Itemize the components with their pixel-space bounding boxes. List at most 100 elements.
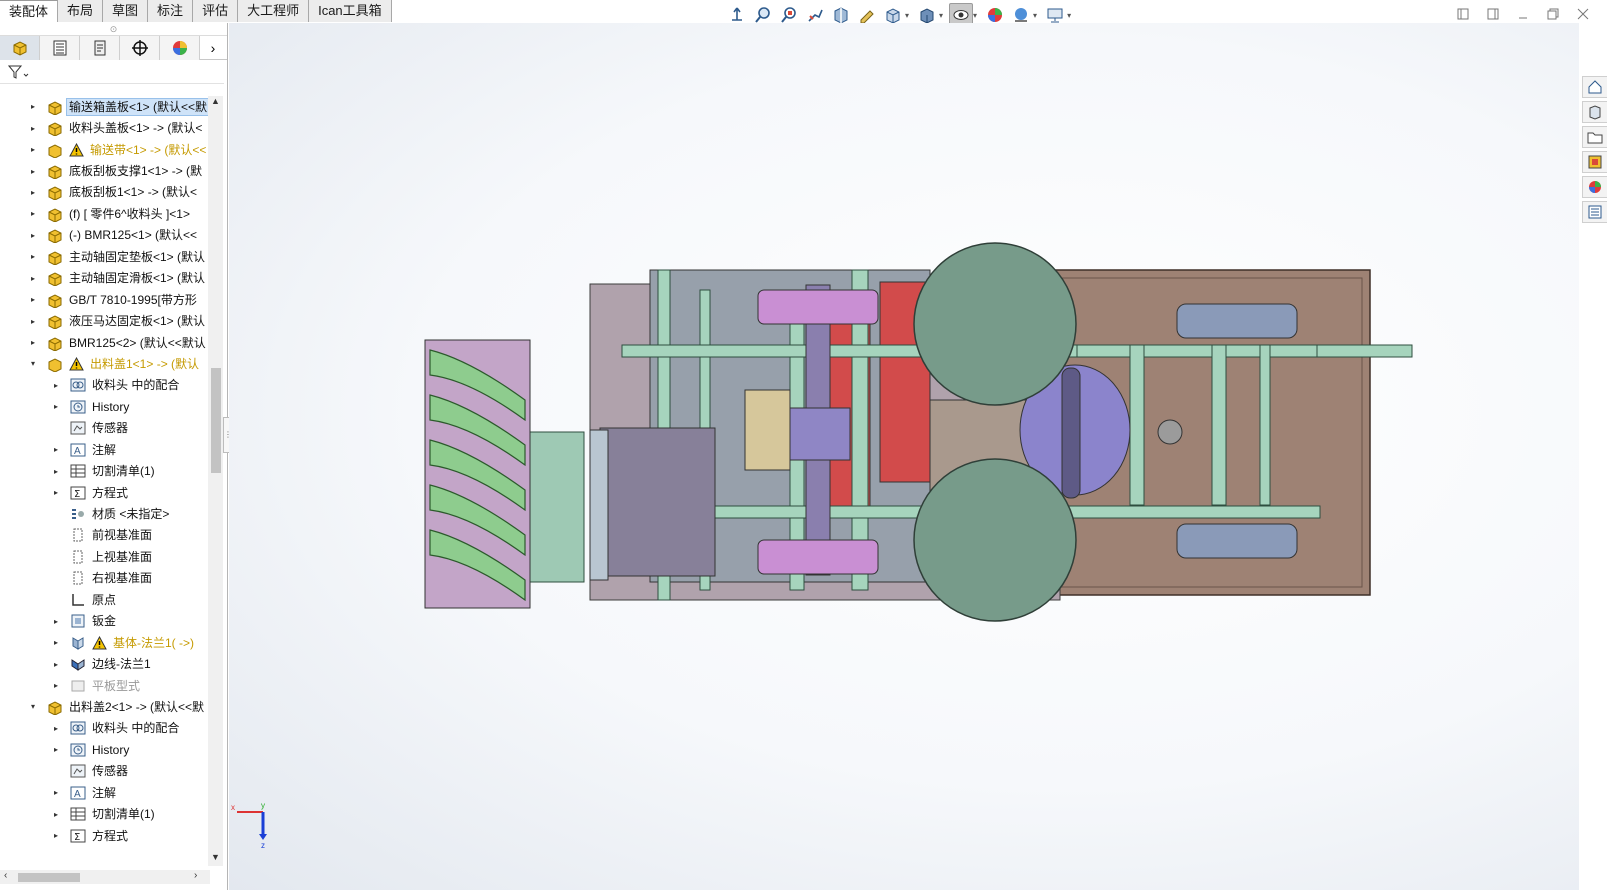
tree-item[interactable]: ▸ History [0, 739, 212, 760]
expand-arrow-icon[interactable]: ▸ [28, 167, 38, 176]
scroll-down-icon[interactable]: ▼ [208, 852, 223, 866]
tree-item[interactable]: 原点 [0, 589, 212, 610]
tile-right-icon[interactable] [1485, 6, 1501, 22]
tree-item[interactable]: 右视基准面 [0, 568, 212, 589]
file-explorer-icon[interactable] [1582, 126, 1607, 148]
expand-arrow-icon[interactable]: ▸ [28, 102, 38, 111]
tree-filter[interactable] [0, 60, 224, 84]
expand-arrow-icon[interactable]: ▸ [51, 660, 61, 669]
expand-arrow-icon[interactable]: ▸ [51, 810, 61, 819]
tab-sketch[interactable]: 草图 [103, 0, 149, 22]
expand-arrow-icon[interactable]: ▸ [28, 252, 38, 261]
graphics-area[interactable] [229, 23, 1579, 890]
tree-item[interactable]: ▸ 输送箱盖板<1> (默认<<默 [0, 96, 212, 117]
tree-item[interactable]: ▸ 平板型式 [0, 675, 212, 696]
restore-icon[interactable] [1545, 6, 1561, 22]
tree-item[interactable]: ▸ (f) [ 零件6^收料头 ]<1> [0, 203, 212, 224]
close-icon[interactable] [1575, 6, 1591, 22]
tree-item[interactable]: 传感器 [0, 761, 212, 782]
tree-item[interactable]: ▸ 主动轴固定滑板<1> (默认 [0, 268, 212, 289]
tree-item[interactable]: ▸ 输送带<1> -> (默认<< [0, 139, 212, 160]
tree-item[interactable]: ▸ A 注解 [0, 439, 212, 460]
expand-arrow-icon[interactable]: ▸ [51, 788, 61, 797]
expand-arrow-icon[interactable]: ▸ [28, 188, 38, 197]
expand-arrow-icon[interactable]: ▸ [51, 724, 61, 733]
scroll-up-icon[interactable]: ▲ [208, 96, 223, 110]
tree-item[interactable]: ▸ 边线-法兰1 [0, 653, 212, 674]
tree-item[interactable]: 材质 <未指定> [0, 503, 212, 524]
expand-arrow-icon[interactable]: ▸ [28, 338, 38, 347]
tree-vertical-scrollbar[interactable]: ▲ ▼ [208, 96, 223, 866]
expand-arrow-icon[interactable]: ▸ [51, 831, 61, 840]
tab-evaluate[interactable]: 评估 [193, 0, 239, 22]
expand-arrow-icon[interactable]: ▸ [51, 488, 61, 497]
display-manager-tab[interactable] [160, 36, 200, 60]
expand-arrow-icon[interactable]: ▸ [28, 295, 38, 304]
expand-arrow-icon[interactable]: ▸ [51, 745, 61, 754]
tree-item[interactable]: 上视基准面 [0, 546, 212, 567]
tree-item[interactable]: 前视基准面 [0, 525, 212, 546]
tree-item[interactable]: ▾ 出料盖1<1> -> (默认 [0, 353, 212, 374]
tree-item[interactable]: ▸ BMR125<2> (默认<<默认 [0, 332, 212, 353]
design-library-icon[interactable] [1582, 101, 1607, 123]
tree-item[interactable]: ▸ History [0, 396, 212, 417]
expand-arrow-icon[interactable]: ▸ [51, 638, 61, 647]
scroll-right-icon[interactable]: › [194, 870, 197, 881]
tab-engineer[interactable]: 大工程师 [238, 0, 310, 22]
tree-item[interactable]: ▸ 收料头 中的配合 [0, 375, 212, 396]
tree-item[interactable]: ▸ 底板刮板1<1> -> (默认< [0, 182, 212, 203]
scroll-thumb[interactable] [18, 873, 80, 882]
tree-item[interactable]: ▸ 切割清单(1) [0, 460, 212, 481]
expand-arrow-icon[interactable]: ▸ [51, 617, 61, 626]
view-palette-icon[interactable] [1582, 151, 1607, 173]
panel-grip[interactable]: ⊙ [0, 23, 227, 35]
tree-item[interactable]: ▸ A 注解 [0, 782, 212, 803]
tree-horizontal-scrollbar[interactable]: ‹ › [0, 870, 210, 884]
scroll-thumb[interactable] [211, 368, 221, 473]
tab-assembly[interactable]: 装配体 [0, 0, 59, 22]
expand-arrow-icon[interactable]: ▸ [28, 231, 38, 240]
tree-item[interactable]: ▸ Σ 方程式 [0, 482, 212, 503]
expand-arrow-icon[interactable]: ▸ [51, 445, 61, 454]
expand-arrow-icon[interactable]: ▸ [51, 381, 61, 390]
feature-manager-tab[interactable] [0, 36, 40, 60]
expand-arrow-icon[interactable]: ▸ [51, 467, 61, 476]
appearances-icon[interactable] [1582, 176, 1607, 198]
configuration-manager-tab[interactable] [80, 36, 120, 60]
tree-item[interactable]: ▸ 钣金 [0, 611, 212, 632]
tree-item[interactable]: ▸ GB/T 7810-1995[带方形 [0, 289, 212, 310]
tile-left-icon[interactable] [1455, 6, 1471, 22]
expand-arrow-icon[interactable]: ▸ [28, 209, 38, 218]
minimize-icon[interactable] [1515, 6, 1531, 22]
tree-item[interactable]: ▸ (-) BMR125<1> (默认<< [0, 225, 212, 246]
tree-item[interactable]: ▸ 液压马达固定板<1> (默认 [0, 310, 212, 331]
expand-arrow-icon[interactable]: ▸ [28, 317, 38, 326]
expand-arrow-icon[interactable]: ▸ [51, 402, 61, 411]
expand-arrow-icon[interactable]: ▸ [28, 124, 38, 133]
dimxpert-manager-tab[interactable] [120, 36, 160, 60]
tab-layout[interactable]: 布局 [58, 0, 104, 22]
property-manager-tab[interactable] [40, 36, 80, 60]
tab-markup[interactable]: 标注 [148, 0, 194, 22]
filter-icon[interactable] [8, 64, 30, 80]
tree-item[interactable]: ▸ 切割清单(1) [0, 803, 212, 824]
tree-item[interactable]: ▸ 底板刮板支撑1<1> -> (默 [0, 160, 212, 181]
assembly-model[interactable] [229, 23, 1579, 890]
custom-properties-icon[interactable] [1582, 201, 1607, 223]
expand-arrow-icon[interactable]: ▸ [28, 145, 38, 154]
tree-item[interactable]: ▾ 出料盖2<1> -> (默认<<默 [0, 696, 212, 717]
tree-item[interactable]: ▸ Σ 方程式 [0, 825, 212, 846]
chevron-right-icon[interactable]: › [200, 36, 226, 59]
tree-item[interactable]: ▸ 收料头 中的配合 [0, 718, 212, 739]
home-icon[interactable] [1582, 76, 1607, 98]
expand-arrow-icon[interactable]: ▸ [51, 681, 61, 690]
tree-item[interactable]: ▸ 基体-法兰1( ->) [0, 632, 212, 653]
expand-arrow-icon[interactable]: ▸ [28, 274, 38, 283]
tab-ican-toolbox[interactable]: Ican工具箱 [309, 0, 392, 22]
tree-item[interactable]: ▸ 收料头盖板<1> -> (默认< [0, 117, 212, 138]
scroll-left-icon[interactable]: ‹ [4, 870, 7, 881]
collapse-arrow-icon[interactable]: ▾ [28, 702, 38, 711]
collapse-arrow-icon[interactable]: ▾ [28, 359, 38, 368]
tree-item[interactable]: 传感器 [0, 418, 212, 439]
tree-item[interactable]: ▸ 主动轴固定垫板<1> (默认 [0, 246, 212, 267]
